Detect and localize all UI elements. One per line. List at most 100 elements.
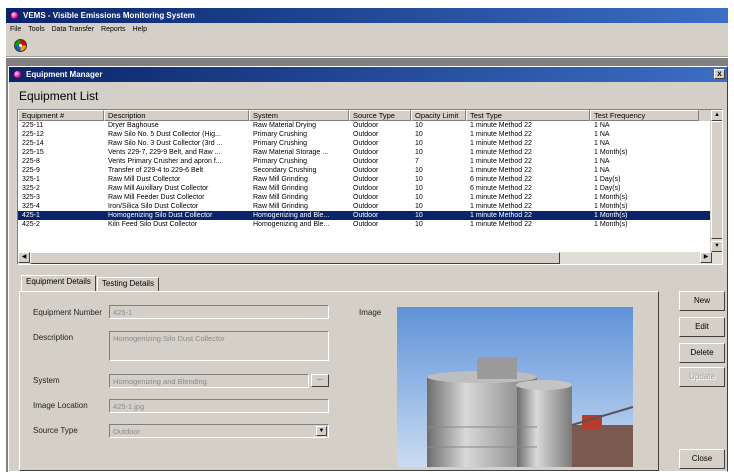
menu-file[interactable]: File bbox=[10, 26, 21, 33]
cell-opacity-limit: 10 bbox=[415, 185, 423, 192]
cell-opacity-limit: 10 bbox=[415, 131, 423, 138]
delete-button[interactable]: Delete bbox=[679, 343, 725, 363]
cell-opacity-limit: 10 bbox=[415, 203, 423, 210]
horizontal-scrollbar[interactable]: ◀ ▶ bbox=[18, 252, 722, 264]
cell-description: Vents Primary Crusher and apron f... bbox=[108, 158, 222, 165]
scroll-right-arrow-icon[interactable]: ▶ bbox=[700, 252, 712, 263]
cell-system: Raw Mill Grinding bbox=[253, 194, 308, 201]
menu-data-transfer[interactable]: Data Transfer bbox=[52, 26, 94, 33]
child-titlebar: Equipment Manager x bbox=[9, 67, 727, 82]
chevron-down-icon[interactable]: ▼ bbox=[316, 426, 327, 436]
cell-system: Raw Mill Grinding bbox=[253, 185, 308, 192]
cell-opacity-limit: 10 bbox=[415, 176, 423, 183]
table-row[interactable]: 425-1 Homogenizing Silo Dust Collector Hom… bbox=[18, 211, 722, 220]
cell-test-type: 6 minute Method 22 bbox=[470, 176, 532, 183]
cell-system: Homogenizing and Ble... bbox=[253, 212, 330, 219]
scroll-down-arrow-icon[interactable]: ▼ bbox=[711, 241, 722, 252]
cell-system: Raw Material Storage ... bbox=[253, 149, 329, 156]
equipment-list-heading: Equipment List bbox=[19, 89, 99, 103]
cell-source-type: Outdoor bbox=[353, 176, 379, 183]
equipment-manager-window: Equipment Manager x Equipment List Equip… bbox=[8, 66, 728, 472]
table-row[interactable]: 325-3 Raw Mill Feeder Dust Collector Raw M… bbox=[18, 193, 722, 202]
equipment-number-field[interactable]: 425-1 bbox=[109, 305, 329, 319]
vertical-scroll-thumb[interactable] bbox=[711, 121, 722, 239]
cell-source-type: Outdoor bbox=[353, 167, 379, 174]
source-type-select[interactable]: Outdoor ▼ bbox=[109, 424, 329, 438]
equipment-number-label: Equipment Number bbox=[33, 308, 102, 317]
cell-test-type: 1 minute Method 22 bbox=[470, 212, 532, 219]
cell-equipment-number: 425-1 bbox=[22, 212, 40, 219]
table-row[interactable]: 225-11 Dryer Baghouse Raw Material Drying O… bbox=[18, 121, 722, 130]
cell-source-type: Outdoor bbox=[353, 221, 379, 228]
description-field[interactable]: Homogenizing Silo Dust Collector bbox=[109, 331, 329, 361]
table-row[interactable]: 425-2 Kiln Feed Silo Dust Collector Homoge… bbox=[18, 220, 722, 229]
column-header-equipment-number[interactable]: Equipment # bbox=[18, 110, 104, 121]
update-button[interactable]: Update bbox=[679, 367, 725, 387]
column-header-source-type[interactable]: Source Type bbox=[349, 110, 411, 121]
menu-reports[interactable]: Reports bbox=[101, 26, 126, 33]
table-row[interactable]: 325-2 Raw Mill Auxillary Dust Collector Ra… bbox=[18, 184, 722, 193]
menu-bar: File Tools Data Transfer Reports Help bbox=[6, 23, 728, 35]
table-row[interactable]: 225-14 Raw Silo No. 3 Dust Collector (3rd… bbox=[18, 139, 722, 148]
scroll-up-arrow-icon[interactable]: ▲ bbox=[711, 110, 722, 121]
image-label: Image bbox=[359, 308, 382, 317]
cell-system: Raw Mill Grinding bbox=[253, 176, 308, 183]
menu-tools[interactable]: Tools bbox=[28, 26, 44, 33]
description-label: Description bbox=[33, 333, 74, 342]
table-row[interactable]: 225-9 Transfer of 229-4 to 229-6 Belt Seco… bbox=[18, 166, 722, 175]
cell-opacity-limit: 10 bbox=[415, 122, 423, 129]
cell-description: Raw Mill Feeder Dust Collector bbox=[108, 194, 205, 201]
cell-test-type: 6 minute Method 22 bbox=[470, 185, 532, 192]
cell-test-frequency: 1 Month(s) bbox=[594, 194, 628, 201]
equipment-grid[interactable]: Equipment # Description System Source Ty… bbox=[17, 109, 723, 265]
table-row[interactable]: 225-12 Raw Silo No. 5 Dust Collector (Hig… bbox=[18, 130, 722, 139]
table-row[interactable]: 325-1 Raw Mill Dust Collector Raw Mill Gri… bbox=[18, 175, 722, 184]
menu-help[interactable]: Help bbox=[133, 26, 147, 33]
cell-opacity-limit: 10 bbox=[415, 221, 423, 228]
cell-test-type: 1 minute Method 22 bbox=[470, 167, 532, 174]
cell-test-frequency: 1 Month(s) bbox=[594, 221, 628, 228]
edit-button[interactable]: Edit bbox=[679, 317, 725, 337]
column-header-description[interactable]: Description bbox=[104, 110, 249, 121]
cell-equipment-number: 325-2 bbox=[22, 185, 40, 192]
cell-equipment-number: 425-2 bbox=[22, 221, 40, 228]
system-label: System bbox=[33, 376, 60, 385]
cell-opacity-limit: 10 bbox=[415, 212, 423, 219]
cell-system: Homogenizing and Ble... bbox=[253, 221, 330, 228]
new-button[interactable]: New bbox=[679, 291, 725, 311]
column-header-test-frequency[interactable]: Test Frequency bbox=[590, 110, 699, 121]
tab-testing-details[interactable]: Testing Details bbox=[96, 277, 159, 291]
cell-equipment-number: 225-14 bbox=[22, 140, 44, 147]
table-row[interactable]: 225-15 Vents 229-7, 229-9 Belt, and Raw .… bbox=[18, 148, 722, 157]
color-wheel-icon[interactable] bbox=[14, 39, 27, 52]
image-location-field[interactable]: 425-1.jpg bbox=[109, 399, 329, 413]
cell-test-type: 1 minute Method 22 bbox=[470, 140, 532, 147]
table-row[interactable]: 325-4 Iron/Silica Silo Dust Collector Raw … bbox=[18, 202, 722, 211]
close-button[interactable]: Close bbox=[679, 449, 725, 469]
cell-source-type: Outdoor bbox=[353, 158, 379, 165]
cell-test-type: 1 minute Method 22 bbox=[470, 158, 532, 165]
cell-source-type: Outdoor bbox=[353, 122, 379, 129]
system-field[interactable]: Homogenizing and Blending bbox=[109, 374, 309, 388]
table-row[interactable]: 225-8 Vents Primary Crusher and apron f..… bbox=[18, 157, 722, 166]
cell-test-type: 1 minute Method 22 bbox=[470, 122, 532, 129]
column-header-test-type[interactable]: Test Type bbox=[466, 110, 590, 121]
vertical-scrollbar[interactable]: ▲ ▼ bbox=[710, 110, 722, 252]
tab-equipment-details[interactable]: Equipment Details bbox=[21, 275, 96, 291]
cell-opacity-limit: 10 bbox=[415, 149, 423, 156]
child-title: Equipment Manager bbox=[26, 70, 103, 79]
cell-test-frequency: 1 NA bbox=[594, 131, 610, 138]
scroll-left-arrow-icon[interactable]: ◀ bbox=[18, 252, 30, 263]
cell-system: Raw Material Drying bbox=[253, 122, 317, 129]
horizontal-scroll-thumb[interactable] bbox=[30, 252, 560, 264]
cell-equipment-number: 325-3 bbox=[22, 194, 40, 201]
cell-description: Raw Mill Auxillary Dust Collector bbox=[108, 185, 209, 192]
column-header-opacity-limit[interactable]: Opacity Limit bbox=[411, 110, 466, 121]
cell-description: Iron/Silica Silo Dust Collector bbox=[108, 203, 199, 210]
equipment-photo bbox=[397, 307, 633, 467]
system-browse-button[interactable]: ... bbox=[311, 374, 329, 387]
cell-opacity-limit: 7 bbox=[415, 158, 419, 165]
close-window-button[interactable]: x bbox=[714, 69, 725, 79]
column-header-system[interactable]: System bbox=[249, 110, 349, 121]
cell-test-frequency: 1 NA bbox=[594, 122, 610, 129]
